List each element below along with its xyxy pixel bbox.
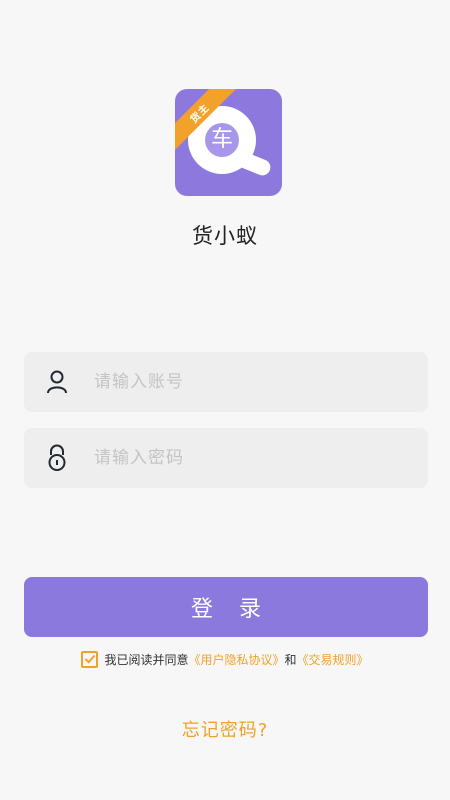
account-field[interactable]: [24, 352, 428, 412]
trade-rules-link[interactable]: 《交易规则》: [297, 651, 369, 668]
checkmark-icon: [84, 654, 96, 664]
password-field[interactable]: [24, 428, 428, 488]
privacy-policy-link[interactable]: 《用户隐私协议》: [188, 651, 284, 668]
logo-magnifier-handle: [235, 150, 273, 178]
app-logo: 车 货主: [175, 89, 282, 196]
agreement-text: 我已阅读并同意: [104, 652, 189, 667]
login-screen: 车 货主 货小蚁 登录 我已阅读并: [0, 0, 450, 800]
forgot-password-link[interactable]: 忘记密码?: [0, 716, 450, 742]
account-input[interactable]: [72, 352, 428, 412]
logo-glyph: 车: [205, 123, 239, 157]
login-button[interactable]: 登录: [24, 577, 428, 637]
app-name: 货小蚁: [192, 224, 258, 248]
lock-icon: [42, 443, 72, 473]
user-icon: [42, 367, 72, 397]
agreement-row: 我已阅读并同意 《用户隐私协议》 和 《交易规则》: [0, 647, 450, 671]
agreement-checkbox[interactable]: [81, 650, 99, 668]
password-input[interactable]: [72, 428, 428, 488]
agreement-conjunction: 和: [284, 652, 297, 667]
